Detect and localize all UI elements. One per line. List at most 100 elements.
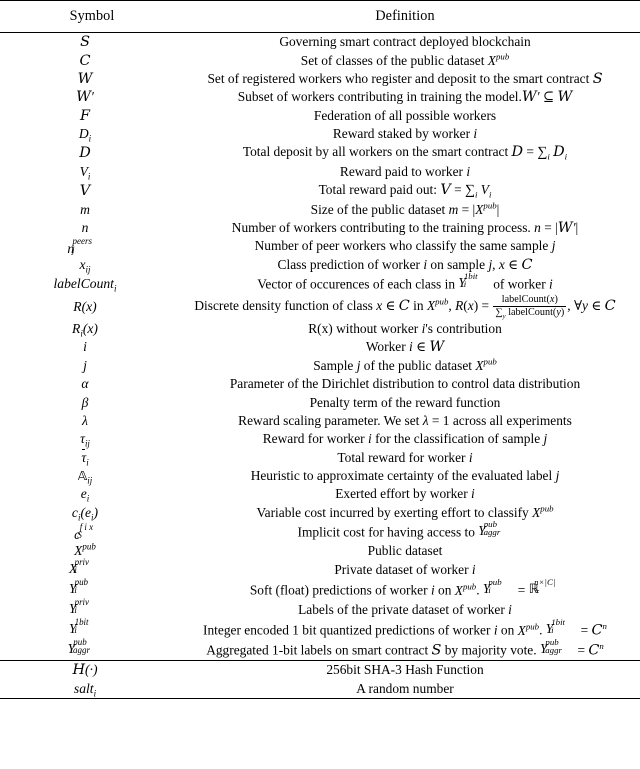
row-definition-W: Set of registered workers who register a…: [207, 70, 603, 87]
table-row: Vi Reward paid to worker i: [0, 163, 640, 181]
row-definition-salt: A random number: [356, 680, 454, 696]
row-definition-cSfix: Implicit cost for having access to Ypub a…: [297, 519, 501, 540]
row-definition-Wprime: Subset of workers contributing in traini…: [237, 89, 573, 106]
row-symbol-n: n: [81, 219, 89, 235]
row-definition-Vi: Reward paid to worker i: [339, 163, 471, 179]
table-row: Xpub Public dataset: [0, 542, 640, 560]
table-bottom-rule: [0, 697, 640, 699]
table-row: labelCounti Vector of occurences of each…: [0, 271, 640, 294]
table-row: W′ Subset of workers contributing in tra…: [0, 88, 640, 106]
row-definition-m: Size of the public dataset m = |Xpub|: [310, 200, 500, 217]
row-symbol-m: m: [80, 201, 90, 217]
table-row: xij Class prediction of worker i on samp…: [0, 256, 640, 274]
table-row: W Set of registered workers who register…: [0, 70, 640, 88]
table-row: ci(ei) Variable cost incurred by exertin…: [0, 504, 640, 522]
table-row: τij Reward for worker i for the classifi…: [0, 430, 640, 448]
table-row: λ Reward scaling parameter. We set λ = 1…: [0, 412, 640, 430]
row-definition-npeers: Number of peer workers who classify the …: [254, 238, 556, 254]
row-symbol-cSfix: cf i xS: [74, 521, 94, 542]
table-row: R(x) Discrete density function of class …: [0, 294, 640, 320]
table-row: Ypriv i Labels of the private dataset of …: [0, 597, 640, 620]
table-row: Ypub aggr Aggregated 1-bit labels on smar…: [0, 637, 640, 660]
table-row: ei Exerted effort by worker i: [0, 485, 640, 503]
row-definition-xij: Class prediction of worker i on sample j…: [277, 256, 533, 273]
table-row: C Set of classes of the public dataset X…: [0, 51, 640, 69]
row-definition-Xipriv: Private dataset of worker i: [334, 562, 476, 578]
row-symbol-salt: salti: [73, 680, 97, 699]
table-row: n peers j Number of peer workers who class…: [0, 236, 640, 257]
row-definition-tauij: Reward for worker i for the classificati…: [262, 431, 548, 447]
row-symbol-labelCount: labelCounti: [53, 275, 117, 294]
table-header-row: Symbol Definition: [0, 1, 640, 33]
row-symbol-Aij: 𝔸ij: [77, 469, 93, 486]
row-symbol-F: F: [80, 107, 90, 124]
row-definition-alpha: Parameter of the Dirichlet distribution …: [229, 376, 581, 392]
table-row: salti A random number: [0, 679, 640, 698]
table-row: Di Reward staked by worker i: [0, 125, 640, 143]
row-symbol-Vi: Vi: [79, 163, 91, 182]
row-definition-ciei: Variable cost incurred by exerting effor…: [256, 503, 554, 520]
row-symbol-Rx: R(x): [73, 298, 97, 314]
row-symbol-xij: xij: [79, 256, 91, 275]
table-row: j Sample j of the public dataset Xpub: [0, 357, 640, 375]
row-definition-S: Governing smart contract deployed blockc…: [279, 34, 531, 50]
table-row: n Number of workers contributing to the …: [0, 219, 640, 237]
table-row: m Size of the public dataset m = |Xpub|: [0, 200, 640, 218]
table-row: H(·) 256bit SHA-3 Hash Function: [0, 661, 640, 679]
row-symbol-V: V: [79, 182, 91, 199]
row-symbol-tauij: τij: [80, 431, 90, 450]
table-row: V Total reward paid out: V = ∑i Vi: [0, 181, 640, 200]
header-symbol: Symbol: [69, 8, 115, 24]
table-row: i Worker i ∈ W: [0, 338, 640, 356]
row-symbol-alpha: α: [81, 376, 89, 392]
header-definition: Definition: [375, 8, 435, 24]
row-definition-Hash: 256bit SHA-3 Hash Function: [326, 662, 484, 678]
row-symbol-Di: Di: [78, 126, 92, 144]
table-row: τi Total reward for worker i: [0, 448, 640, 467]
table-row: 𝔸ij Heuristic to approximate certainty o…: [0, 467, 640, 485]
row-definition-n: Number of workers contributing to the tr…: [231, 219, 579, 236]
row-symbol-Hash: H(·): [72, 662, 98, 679]
row-definition-j: Sample j of the public dataset Xpub: [313, 356, 497, 373]
table-row: Ypub i Soft (float) predictions of worker…: [0, 577, 640, 600]
table-row: α Parameter of the Dirichlet distributio…: [0, 375, 640, 393]
row-symbol-Rix: Ri(x): [72, 321, 98, 339]
table-row: Ri(x) R(x) without worker i's contributi…: [0, 320, 640, 338]
row-definition-Rx: Discrete density function of class x ∈ C…: [194, 294, 616, 320]
row-definition-C: Set of classes of the public dataset Xpu…: [300, 51, 510, 68]
row-definition-Yaggrpub: Aggregated 1-bit labels on smart contrac…: [206, 637, 604, 659]
row-symbol-D: D: [79, 144, 91, 161]
row-definition-lambda: Reward scaling parameter. We set λ = 1 a…: [238, 412, 572, 428]
row-symbol-lambda: λ: [82, 412, 88, 428]
table-row: S Governing smart contract deployed bloc…: [0, 33, 640, 51]
row-symbol-i: i: [83, 339, 87, 355]
row-definition-Yipub: Soft (float) predictions of worker i on …: [249, 577, 556, 598]
row-symbol-ei: ei: [80, 486, 90, 505]
table-row: cf i xS Implicit cost for having access …: [0, 519, 640, 542]
row-symbol-npeers: n peers j: [67, 236, 92, 257]
row-definition-ei: Exerted effort by worker i: [335, 486, 475, 502]
row-definition-Xpub: Public dataset: [367, 542, 443, 558]
row-symbol-W: W: [77, 70, 93, 87]
row-definition-Aij: Heuristic to approximate certainty of th…: [250, 468, 560, 484]
row-definition-labelCount: Vector of occurences of each class in Y1…: [257, 271, 553, 292]
table-row: Y 1bit i Integer encoded 1 bit quantized p…: [0, 617, 640, 640]
row-definition-Di: Reward staked by worker i: [332, 126, 478, 142]
row-definition-Rix: R(x) without worker i's contribution: [308, 321, 502, 337]
row-definition-V: Total reward paid out: V = ∑i Vi: [318, 182, 492, 200]
notation-table: Symbol Definition S Governing smart cont…: [0, 0, 640, 699]
row-symbol-beta: β: [81, 394, 89, 410]
row-definition-taubari: Total reward for worker i: [337, 449, 473, 465]
row-symbol-Wprime: W′: [76, 89, 94, 106]
row-symbol-j: j: [83, 357, 87, 373]
table-row: β Penalty term of the reward function: [0, 393, 640, 411]
row-definition-F: Federation of all possible workers: [313, 107, 497, 123]
notation-table-container: Symbol Definition S Governing smart cont…: [0, 0, 640, 699]
row-symbol-Yaggrpub: Ypub aggr: [67, 637, 90, 657]
row-definition-Yi1bit: Integer encoded 1 bit quantized predicti…: [203, 617, 607, 639]
row-symbol-S: S: [80, 34, 90, 51]
table-row: F Federation of all possible workers: [0, 107, 640, 125]
table-row: D Total deposit by all workers on the sm…: [0, 143, 640, 162]
row-definition-D: Total deposit by all workers on the smar…: [242, 144, 568, 163]
row-definition-beta: Penalty term of the reward function: [309, 394, 501, 410]
